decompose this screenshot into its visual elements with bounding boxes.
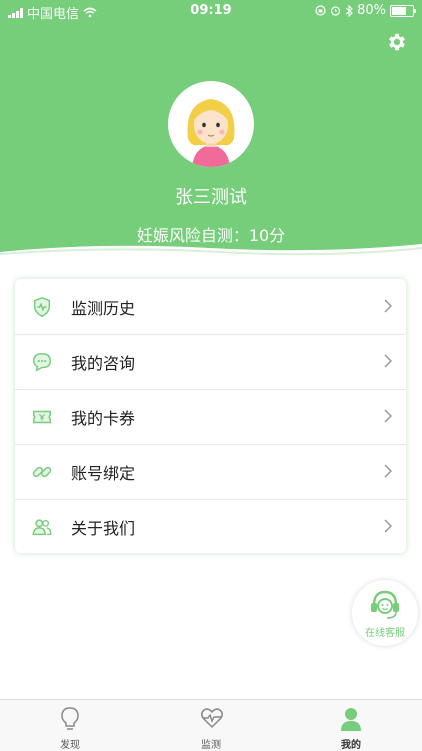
person-icon	[341, 708, 361, 731]
bluetooth-icon	[345, 4, 353, 17]
gear-icon[interactable]	[386, 31, 408, 53]
menu-item-label: 我的咨询	[71, 354, 136, 373]
menu-item-my-coupons[interactable]: 我的卡券	[15, 390, 406, 444]
status-bar: 中国电信 09:19 80%	[0, 0, 422, 22]
online-service-button[interactable]: 在线客服	[352, 580, 418, 646]
chevron-right-icon	[384, 299, 392, 313]
battery-percent: 80%	[357, 3, 386, 18]
menu-item-label: 关于我们	[71, 519, 136, 538]
tab-label: 监测	[201, 740, 221, 751]
battery-icon	[390, 4, 416, 17]
menu-item-label: 账号绑定	[71, 464, 136, 483]
chevron-right-icon	[384, 519, 392, 533]
tab-bar: 发现 监测 我的	[0, 699, 422, 751]
users-icon	[32, 519, 52, 536]
tab-me[interactable]: 我的	[311, 700, 391, 751]
shield-heart-icon	[33, 297, 51, 317]
chevron-right-icon	[384, 464, 392, 478]
chevron-right-icon	[384, 409, 392, 423]
tab-monitor[interactable]: 监测	[171, 700, 251, 751]
chat-bubble-icon	[33, 353, 51, 372]
menu-card: 监测历史 我的咨询 我的卡券 账号绑定 关于我们	[15, 279, 406, 553]
menu-item-monitor-history[interactable]: 监测历史	[15, 280, 406, 334]
coupon-icon	[33, 410, 51, 424]
avatar[interactable]	[168, 81, 254, 167]
menu-item-account-binding[interactable]: 账号绑定	[15, 445, 406, 499]
chevron-right-icon	[384, 354, 392, 368]
menu-item-label: 我的卡券	[71, 409, 136, 428]
lightbulb-icon	[61, 707, 79, 730]
online-service-label: 在线客服	[365, 628, 405, 639]
tab-label: 我的	[341, 740, 361, 751]
status-right: 80%	[315, 3, 416, 18]
heart-pulse-icon	[201, 708, 223, 729]
tab-label: 发现	[60, 740, 80, 751]
profile-header: 中国电信 09:19 80% 张三测试 妊娠风险自测：10分	[0, 0, 422, 266]
tab-discover[interactable]: 发现	[30, 700, 110, 751]
headset-icon	[371, 590, 399, 619]
avatar-illustration	[187, 99, 235, 167]
menu-item-my-consult[interactable]: 我的咨询	[15, 335, 406, 389]
menu-item-about-us[interactable]: 关于我们	[15, 500, 406, 554]
battery-level	[392, 6, 407, 15]
header-wave	[0, 244, 422, 266]
orientation-lock-icon	[315, 5, 326, 16]
menu-item-label: 监测历史	[71, 299, 136, 318]
link-icon	[32, 466, 52, 478]
username: 张三测试	[175, 187, 247, 208]
alarm-icon	[330, 6, 341, 16]
